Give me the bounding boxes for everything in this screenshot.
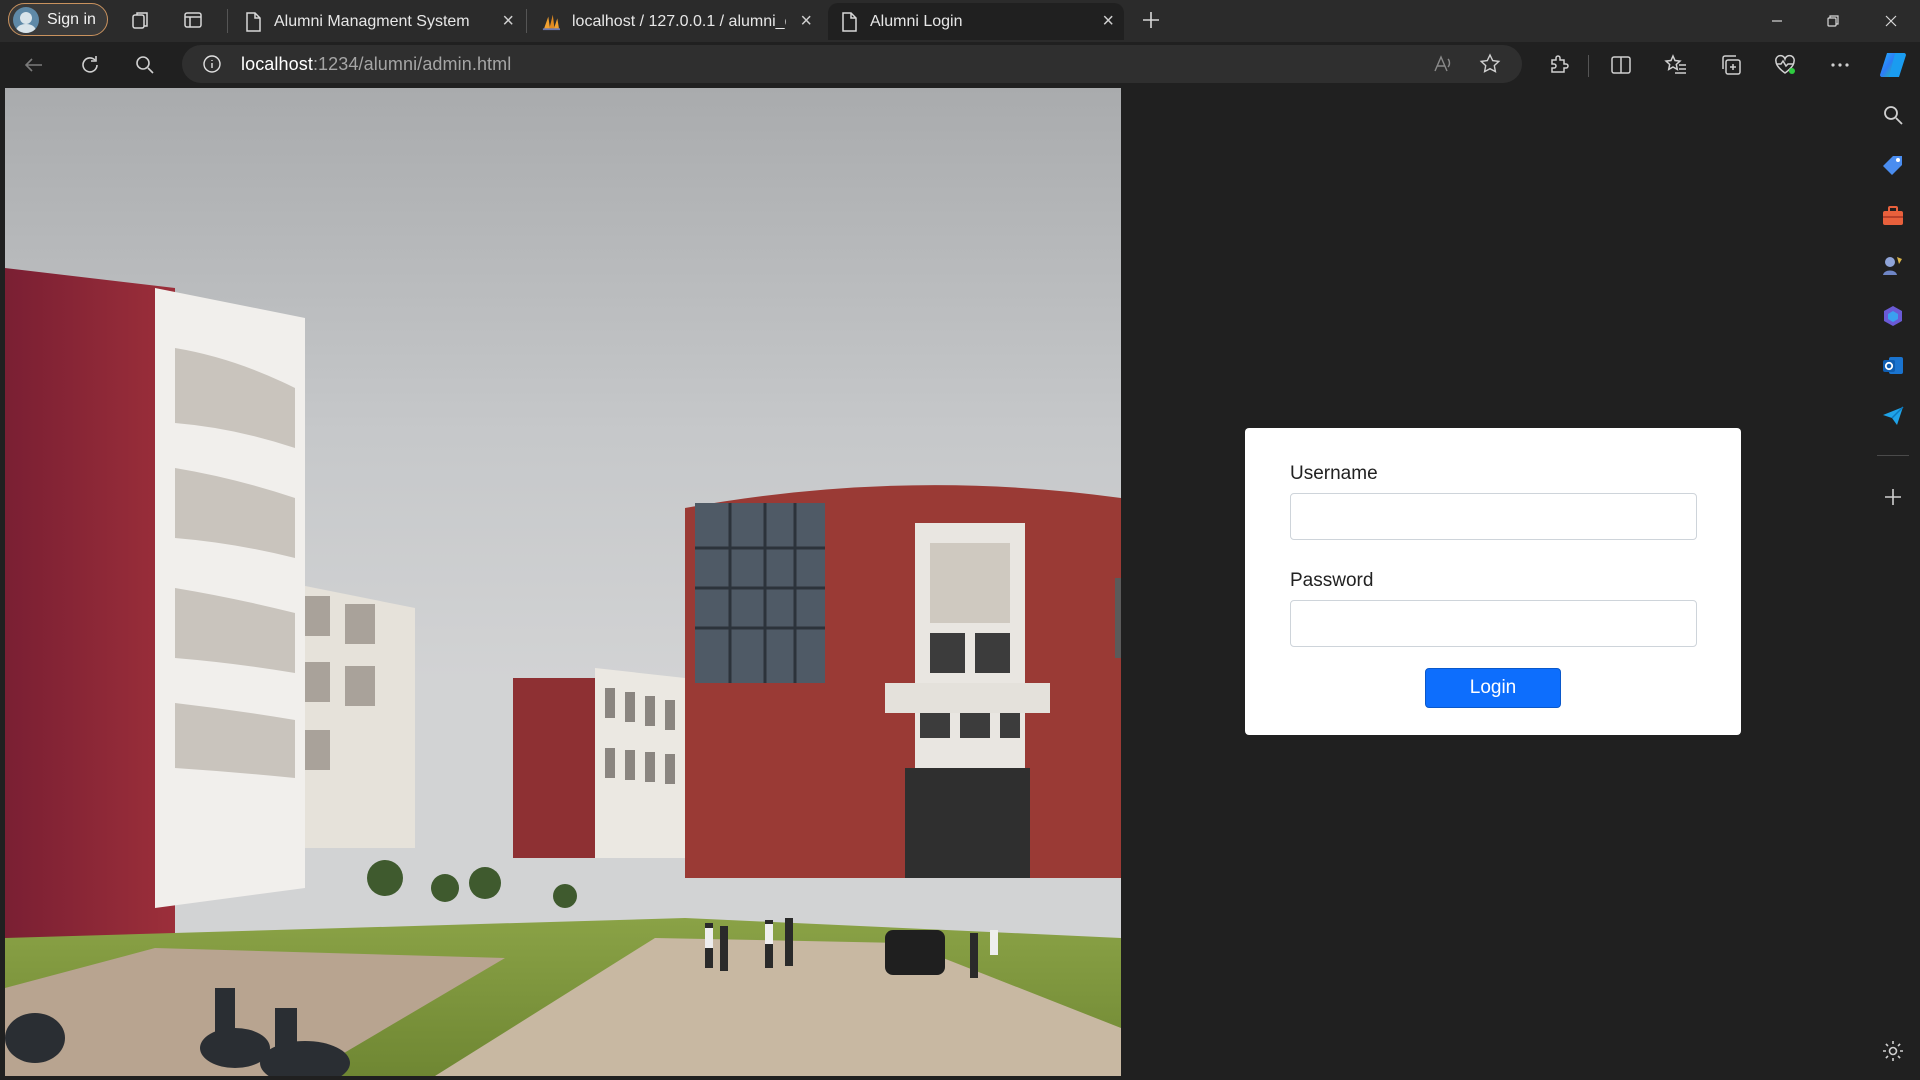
search-icon[interactable] [131, 51, 159, 79]
settings-gear-icon[interactable] [1880, 1038, 1906, 1064]
edge-sidebar [1867, 88, 1920, 1080]
browser-tab-strip: Sign in Alumni Managment System × localh… [0, 0, 1920, 42]
send-icon[interactable] [1880, 403, 1906, 429]
tab-separator [526, 9, 527, 33]
tab-separator [227, 9, 228, 33]
login-button[interactable]: Login [1425, 668, 1561, 708]
close-icon[interactable]: × [800, 11, 812, 31]
minimize-icon[interactable] [1764, 8, 1790, 34]
tab-alumni-login[interactable]: Alumni Login × [828, 3, 1124, 40]
login-card: Username Password Login [1245, 428, 1741, 735]
address-bar[interactable]: localhost:1234/alumni/admin.html [182, 45, 1522, 83]
page-viewport: Username Password Login [5, 88, 1865, 1076]
split-screen-icon[interactable] [1608, 52, 1634, 78]
info-icon[interactable] [202, 54, 222, 74]
password-label: Password [1290, 570, 1374, 591]
favorite-star-icon[interactable] [1479, 53, 1501, 75]
outlook-icon[interactable] [1880, 353, 1906, 379]
close-icon[interactable]: × [502, 11, 514, 31]
workspaces-icon[interactable] [130, 9, 152, 31]
new-tab-icon[interactable] [1140, 9, 1162, 31]
avatar [13, 6, 39, 33]
sidebar-divider [1877, 455, 1909, 456]
collections-icon[interactable] [1718, 52, 1744, 78]
username-input[interactable] [1290, 493, 1697, 540]
tab-phpmyadmin[interactable]: localhost / 127.0.0.1 / alumni_db × [530, 3, 822, 40]
tab-title: Alumni Managment System [274, 12, 470, 30]
url-path: :1234/alumni/admin.html [312, 54, 512, 74]
url-host: localhost [241, 54, 313, 74]
read-aloud-icon[interactable] [1432, 53, 1454, 75]
toolbar-separator [1588, 55, 1589, 77]
password-input[interactable] [1290, 600, 1697, 647]
url-text[interactable]: localhost:1234/alumni/admin.html [241, 54, 511, 75]
favorites-icon[interactable] [1663, 52, 1689, 78]
tab-title: Alumni Login [870, 12, 963, 30]
refresh-icon[interactable] [76, 51, 104, 79]
tools-briefcase-icon[interactable] [1880, 203, 1906, 229]
tab-alumni-management[interactable]: Alumni Managment System × [232, 3, 524, 40]
restore-icon[interactable] [1820, 8, 1846, 34]
more-options-icon[interactable] [1827, 52, 1853, 78]
page-icon [842, 11, 857, 32]
tab-title: localhost / 127.0.0.1 / alumni_db [572, 12, 786, 30]
tab-actions-icon[interactable] [182, 9, 204, 31]
close-window-icon[interactable] [1878, 8, 1904, 34]
shopping-tag-icon[interactable] [1880, 153, 1906, 179]
page-icon [246, 11, 261, 32]
copilot-designer-icon[interactable] [1880, 303, 1906, 329]
add-icon[interactable] [1880, 484, 1906, 510]
extensions-icon[interactable] [1546, 52, 1572, 78]
games-icon[interactable] [1880, 253, 1906, 279]
back-icon[interactable] [20, 51, 48, 79]
address-toolbar: localhost:1234/alumni/admin.html [0, 42, 1920, 88]
browser-essentials-icon[interactable] [1772, 52, 1798, 78]
search-icon[interactable] [1880, 102, 1906, 128]
phpmyadmin-icon [542, 14, 560, 30]
copilot-icon[interactable] [1878, 50, 1908, 80]
username-label: Username [1290, 463, 1378, 484]
profile-label: Sign in [47, 10, 96, 28]
campus-photo [5, 88, 1121, 1076]
close-icon[interactable]: × [1102, 11, 1114, 31]
profile-button[interactable]: Sign in [8, 3, 108, 36]
